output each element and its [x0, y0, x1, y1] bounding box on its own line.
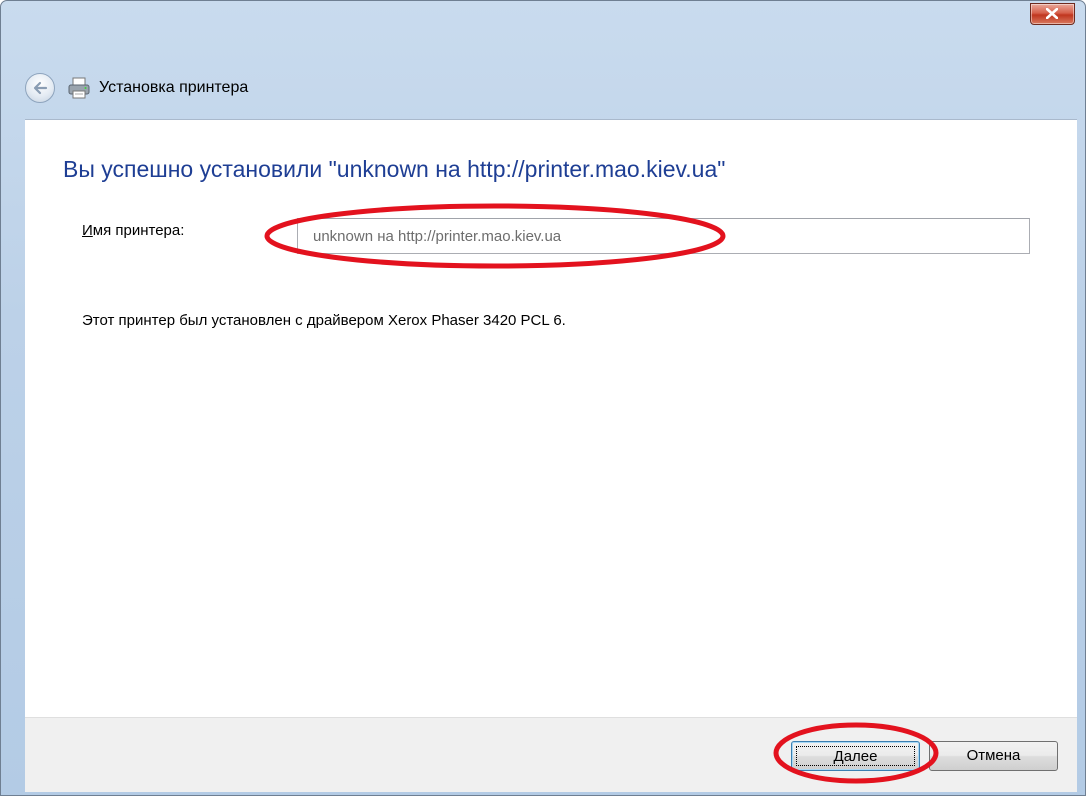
printer-name-label: Имя принтера: [82, 222, 184, 239]
printer-name-input[interactable] [297, 218, 1030, 254]
driver-info-text: Этот принтер был установлен с драйвером … [82, 312, 566, 329]
close-icon [1046, 8, 1058, 19]
wizard-window: Установка принтера Вы успешно установили… [0, 0, 1086, 796]
title-bar: Установка принтера [1, 1, 1085, 119]
wizard-content: Вы успешно установили "unknown на http:/… [25, 119, 1077, 718]
next-button-accel: Д [833, 748, 844, 765]
cancel-button[interactable]: Отмена [929, 741, 1058, 771]
next-button[interactable]: Далее [791, 741, 920, 771]
back-button[interactable] [25, 73, 55, 103]
printer-name-label-accel: И [82, 222, 93, 239]
back-arrow-icon [33, 81, 48, 95]
wizard-footer: Далее Отмена [25, 717, 1077, 792]
nav-row: Установка принтера [25, 71, 248, 105]
next-button-focus: Далее [796, 746, 915, 766]
success-heading: Вы успешно установили "unknown на http:/… [63, 156, 726, 182]
next-button-label: алее [843, 748, 878, 765]
printer-icon [68, 77, 90, 99]
close-button[interactable] [1030, 3, 1075, 25]
window-title: Установка принтера [99, 79, 249, 96]
printer-name-label-rest: мя принтера: [92, 222, 185, 239]
